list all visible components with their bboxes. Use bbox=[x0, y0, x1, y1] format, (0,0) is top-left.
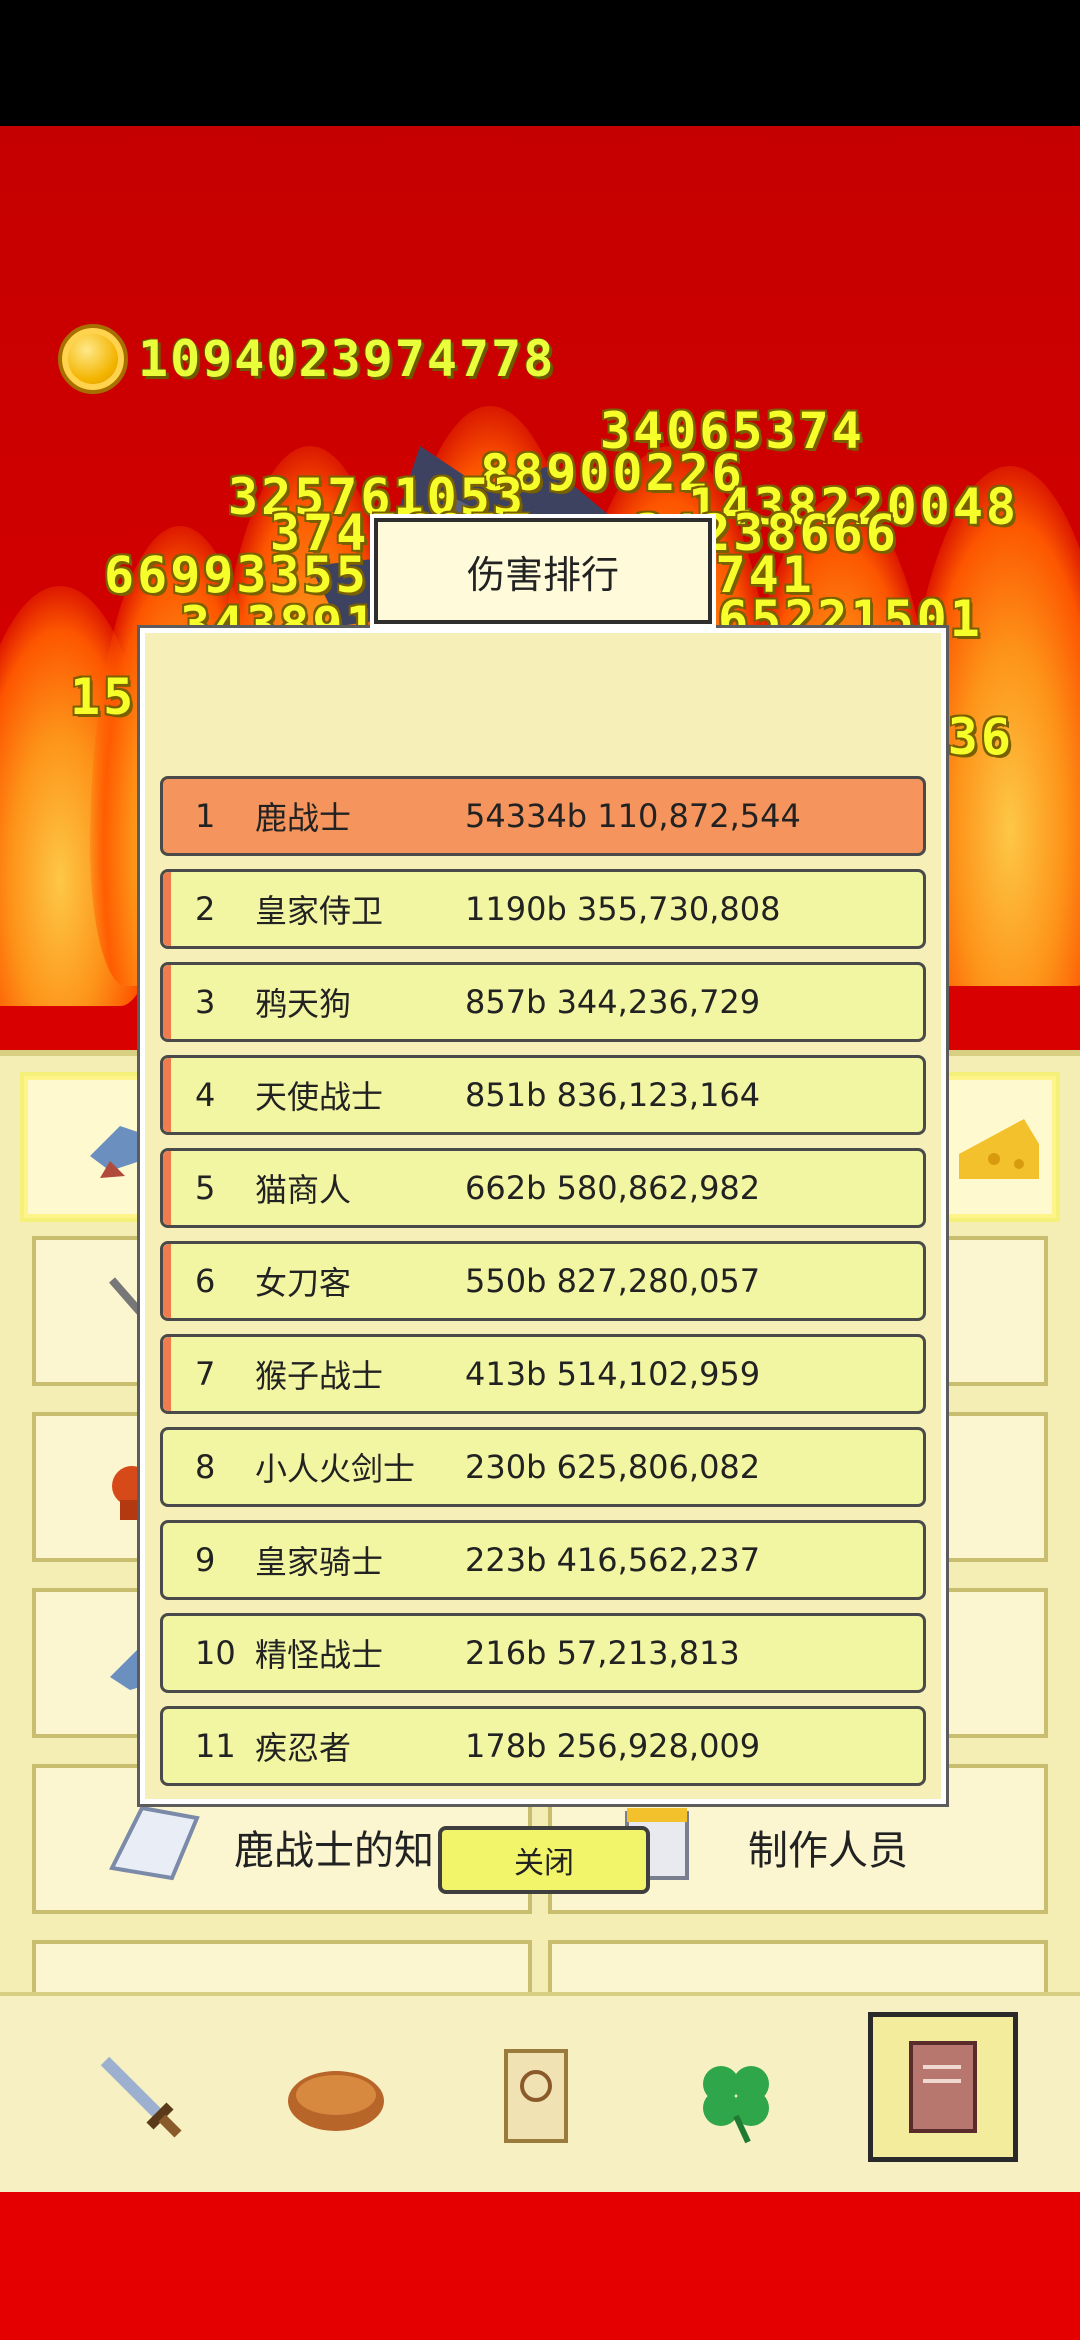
damage-value: 857b 344,236,729 bbox=[465, 983, 761, 1021]
rank-number: 7 bbox=[195, 1355, 216, 1393]
rank-number: 5 bbox=[195, 1169, 216, 1207]
ranking-row[interactable]: 2 皇家侍卫 1190b 355,730,808 bbox=[160, 869, 926, 949]
gold-coin-icon bbox=[58, 324, 128, 394]
ranking-row[interactable]: 9 皇家骑士 223b 416,562,237 bbox=[160, 1520, 926, 1600]
bread-icon[interactable] bbox=[276, 2036, 396, 2156]
hero-name: 猫商人 bbox=[255, 1171, 352, 1209]
hero-name: 猴子战士 bbox=[255, 1357, 384, 1395]
rank-number: 1 bbox=[195, 797, 216, 835]
hero-name: 女刀客 bbox=[255, 1264, 352, 1302]
damage-value: 230b 625,806,082 bbox=[465, 1448, 761, 1486]
hero-name: 皇家骑士 bbox=[255, 1543, 384, 1581]
ranking-row[interactable]: 11 疾忍者 178b 256,928,009 bbox=[160, 1706, 926, 1786]
damage-value: 851b 836,123,164 bbox=[465, 1076, 761, 1114]
cheese-icon bbox=[959, 1119, 1039, 1179]
rank-number: 4 bbox=[195, 1076, 216, 1114]
sword-icon[interactable] bbox=[80, 2036, 200, 2156]
ranking-row[interactable]: 8 小人火剑士 230b 625,806,082 bbox=[160, 1427, 926, 1507]
damage-value: 662b 580,862,982 bbox=[465, 1169, 761, 1207]
coin-counter: 1094023974778 bbox=[58, 324, 555, 394]
ranking-row[interactable]: 10 精怪战士 216b 57,213,813 bbox=[160, 1613, 926, 1693]
close-button[interactable]: 关闭 bbox=[438, 1826, 650, 1894]
dialog-title: 伤害排行 bbox=[370, 514, 716, 628]
coin-value: 1094023974778 bbox=[138, 330, 556, 388]
rank-number: 8 bbox=[195, 1448, 216, 1486]
book-icon bbox=[109, 1805, 200, 1881]
damage-value: 54334b 110,872,544 bbox=[465, 797, 801, 835]
damage-value: 216b 57,213,813 bbox=[465, 1634, 740, 1672]
scroll-icon[interactable] bbox=[476, 2036, 596, 2156]
ranking-row[interactable]: 7 猴子战士 413b 514,102,959 bbox=[160, 1334, 926, 1414]
damage-value: 550b 827,280,057 bbox=[465, 1262, 761, 1300]
hero-name: 鸦天狗 bbox=[255, 985, 352, 1023]
rank-number: 10 bbox=[195, 1634, 236, 1672]
credits-label: 制作人员 bbox=[748, 1828, 908, 1874]
hero-name: 皇家侍卫 bbox=[255, 892, 384, 930]
damage-value: 1190b 355,730,808 bbox=[465, 890, 781, 928]
ranking-row[interactable]: 3 鸦天狗 857b 344,236,729 bbox=[160, 962, 926, 1042]
rank-number: 6 bbox=[195, 1262, 216, 1300]
hero-name: 小人火剑士 bbox=[255, 1450, 416, 1488]
rank-number: 9 bbox=[195, 1541, 216, 1579]
clover-icon[interactable] bbox=[676, 2036, 796, 2156]
damage-value: 413b 514,102,959 bbox=[465, 1355, 761, 1393]
book-icon[interactable] bbox=[868, 2012, 1018, 2162]
ranking-row[interactable]: 1 鹿战士 54334b 110,872,544 bbox=[160, 776, 926, 856]
rank-number: 3 bbox=[195, 983, 216, 1021]
knowledge-label: 鹿战士的知 bbox=[234, 1828, 434, 1874]
hero-name: 疾忍者 bbox=[255, 1729, 352, 1767]
rank-number: 11 bbox=[195, 1727, 236, 1765]
hero-name: 鹿战士 bbox=[255, 799, 352, 837]
ranking-row[interactable]: 4 天使战士 851b 836,123,164 bbox=[160, 1055, 926, 1135]
hero-name: 精怪战士 bbox=[255, 1636, 384, 1674]
bottom-bar bbox=[0, 2192, 1080, 2340]
hero-name: 天使战士 bbox=[255, 1078, 384, 1116]
rank-number: 2 bbox=[195, 890, 216, 928]
bottom-nav bbox=[0, 1992, 1080, 2192]
damage-value: 178b 256,928,009 bbox=[465, 1727, 761, 1765]
ranking-row[interactable]: 5 猫商人 662b 580,862,982 bbox=[160, 1148, 926, 1228]
damage-value: 223b 416,562,237 bbox=[465, 1541, 761, 1579]
ranking-row[interactable]: 6 女刀客 550b 827,280,057 bbox=[160, 1241, 926, 1321]
